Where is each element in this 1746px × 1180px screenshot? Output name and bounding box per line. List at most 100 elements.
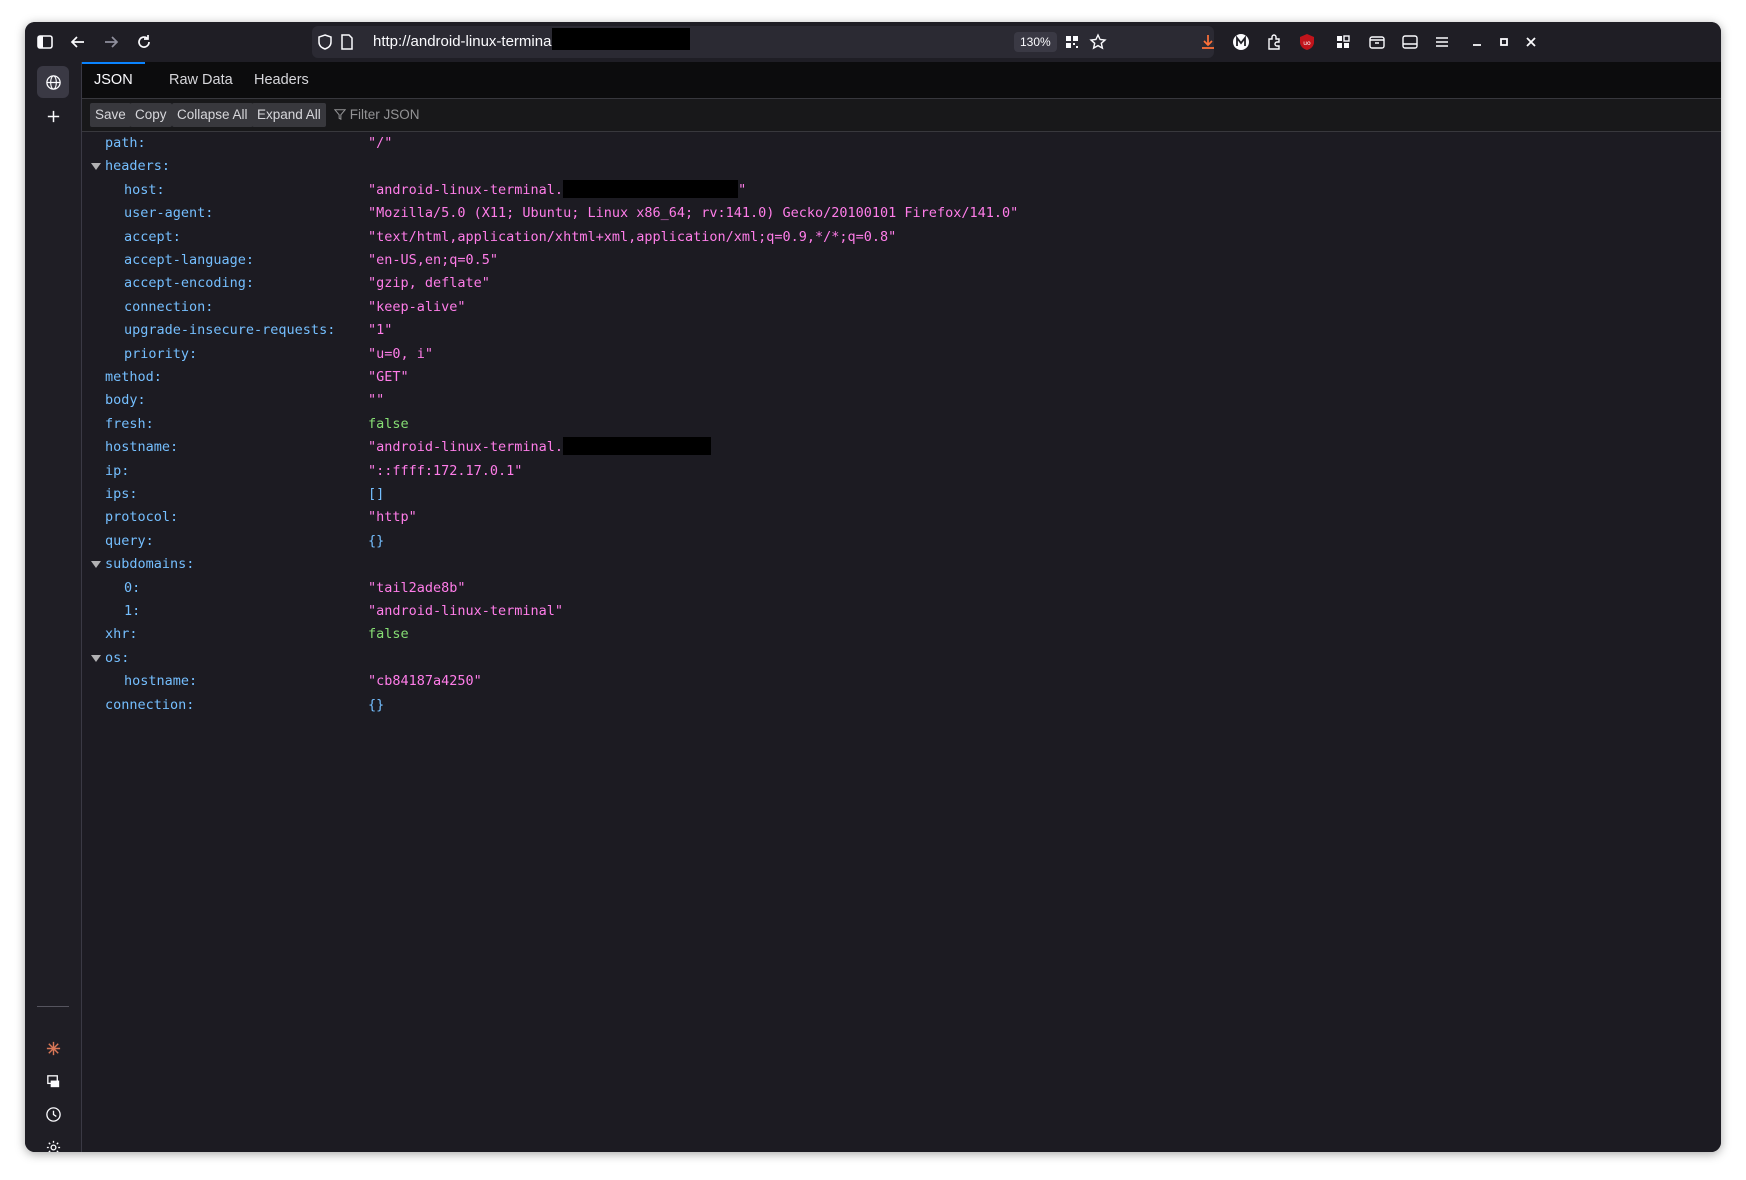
- maximize-icon[interactable]: [1490, 28, 1518, 56]
- sidebar-toggle-icon[interactable]: [31, 28, 59, 56]
- json-row: user-agent: "Mozilla/5.0 (X11; Ubuntu; Li…: [82, 202, 1721, 225]
- minimize-icon[interactable]: [1463, 28, 1491, 56]
- json-key: fresh:: [105, 415, 154, 432]
- copy-button[interactable]: Copy: [130, 103, 172, 127]
- json-row: accept: "text/html,application/xhtml+xml,…: [82, 226, 1721, 249]
- json-value: "": [368, 389, 384, 412]
- history-clock-icon[interactable]: [37, 1098, 69, 1130]
- json-key: priority:: [124, 345, 198, 362]
- expand-twisty-icon[interactable]: [91, 654, 101, 662]
- settings-gear-icon[interactable]: [37, 1131, 69, 1152]
- extensions-icon[interactable]: [1260, 28, 1288, 56]
- ublock-icon[interactable]: uo: [1293, 28, 1321, 56]
- json-key: connection:: [124, 298, 214, 315]
- json-row: priority: "u=0, i": [82, 343, 1721, 366]
- collapse-all-button[interactable]: Collapse All: [172, 103, 253, 127]
- expand-twisty-icon[interactable]: [91, 561, 101, 569]
- expand-twisty-icon[interactable]: [91, 163, 101, 171]
- globe-tab-icon[interactable]: [37, 66, 69, 98]
- json-key: protocol:: [105, 509, 179, 526]
- downloads-icon[interactable]: [1194, 28, 1222, 56]
- redacted-block: [552, 28, 690, 50]
- sidebar-divider: [37, 1006, 69, 1007]
- json-value-text: "u=0, i": [368, 345, 434, 362]
- json-value: "/": [368, 132, 392, 155]
- url-text[interactable]: http://android-linux-terminal.ta: [373, 33, 571, 50]
- json-value: "android-linux-terminal": [368, 600, 563, 623]
- json-row: query: {}: [82, 530, 1721, 553]
- save-button[interactable]: Save: [90, 103, 131, 127]
- json-key: body:: [105, 392, 146, 409]
- apps-grid-icon[interactable]: [1329, 28, 1357, 56]
- json-value-text: "android-linux-terminal": [368, 603, 564, 619]
- json-row: hostname: "cb84187a4250": [82, 670, 1721, 693]
- json-value: "en-US,en;q=0.5": [368, 249, 498, 272]
- json-value: "keep-alive": [368, 296, 466, 319]
- json-value-text: "gzip, deflate": [368, 275, 490, 292]
- json-row: body: "": [82, 389, 1721, 412]
- json-key: headers:: [105, 158, 171, 175]
- json-key: connection:: [105, 696, 195, 713]
- account-m-icon[interactable]: [1227, 28, 1255, 56]
- json-row: path: "/": [82, 132, 1721, 155]
- json-value-text: "keep-alive": [368, 298, 466, 315]
- json-toolbar: Save Copy Collapse All Expand All Filter…: [82, 99, 1721, 132]
- json-value-text: {}: [368, 696, 385, 713]
- zoom-indicator[interactable]: 130%: [1014, 32, 1057, 52]
- json-row: 1: "android-linux-terminal": [82, 600, 1721, 623]
- json-row[interactable]: subdomains:: [82, 553, 1721, 576]
- json-row[interactable]: os:: [82, 647, 1721, 670]
- ai-chatbot-icon[interactable]: [37, 1032, 69, 1064]
- bookmark-star-icon[interactable]: [1084, 28, 1112, 56]
- json-viewer: JSON Raw Data Headers Save Copy Collapse…: [82, 62, 1721, 1152]
- json-row: hostname: "android-linux-terminal.: [82, 436, 1721, 459]
- json-row: ip: "::ffff:172.17.0.1": [82, 460, 1721, 483]
- page-icon[interactable]: [333, 28, 361, 56]
- redacted-block: [563, 179, 739, 198]
- menu-hamburger-icon[interactable]: [1428, 28, 1456, 56]
- json-value-text: "text/html,application/xhtml+xml,applica…: [368, 228, 897, 245]
- json-value-text: {}: [368, 532, 385, 549]
- json-value: false: [368, 623, 409, 646]
- tab-json[interactable]: JSON: [82, 62, 145, 100]
- json-row: accept-language: "en-US,en;q=0.5": [82, 249, 1721, 272]
- close-icon[interactable]: [1517, 28, 1545, 56]
- filter-placeholder: Filter JSON: [349, 107, 420, 122]
- json-key: subdomains:: [105, 556, 195, 573]
- container-icon[interactable]: [1363, 28, 1391, 56]
- json-value: "text/html,application/xhtml+xml,applica…: [368, 226, 896, 249]
- json-row: upgrade-insecure-requests: "1": [82, 319, 1721, 342]
- url-bar[interactable]: http://android-linux-terminal.ta 130%: [312, 26, 1214, 58]
- json-value-text: "en-US,en;q=0.5": [368, 252, 499, 268]
- vertical-sidebar: [25, 62, 82, 1152]
- json-row: xhr: false: [82, 623, 1721, 646]
- json-row: host: "android-linux-terminal. ": [82, 179, 1721, 202]
- json-value-text: false: [368, 626, 409, 643]
- svg-text:uo: uo: [1303, 40, 1311, 47]
- json-row: connection: "keep-alive": [82, 296, 1721, 319]
- json-row[interactable]: headers:: [82, 155, 1721, 178]
- json-key: upgrade-insecure-requests:: [124, 322, 336, 339]
- new-tab-plus-icon[interactable]: [37, 100, 69, 132]
- back-arrow-icon[interactable]: [64, 28, 92, 56]
- qr-code-icon[interactable]: [1058, 28, 1086, 56]
- synced-tabs-icon[interactable]: [37, 1065, 69, 1097]
- tab-headers[interactable]: Headers: [242, 62, 321, 98]
- json-key: hostname:: [105, 439, 179, 456]
- json-value: "GET": [368, 366, 409, 389]
- tab-raw-data[interactable]: Raw Data: [157, 62, 245, 98]
- filter-json-input[interactable]: Filter JSON: [333, 103, 420, 127]
- expand-all-button[interactable]: Expand All: [252, 103, 326, 127]
- json-value-text: "1": [368, 322, 393, 339]
- json-value: "gzip, deflate": [368, 272, 490, 295]
- json-value-text: "Mozilla/5.0 (X11; Ubuntu; Linux x86_64;…: [368, 205, 1019, 222]
- json-key: 1:: [124, 603, 141, 619]
- json-value-text: []: [368, 486, 385, 502]
- forward-arrow-icon[interactable]: [97, 28, 125, 56]
- json-key: ip:: [105, 462, 130, 479]
- reload-icon[interactable]: [130, 28, 158, 56]
- json-value-text: "cb84187a4250": [368, 673, 482, 690]
- sidebar-panel-icon[interactable]: [1396, 28, 1424, 56]
- json-value-text: "android-linux-terminal.: [368, 181, 564, 198]
- json-value-text: "GET": [368, 369, 409, 385]
